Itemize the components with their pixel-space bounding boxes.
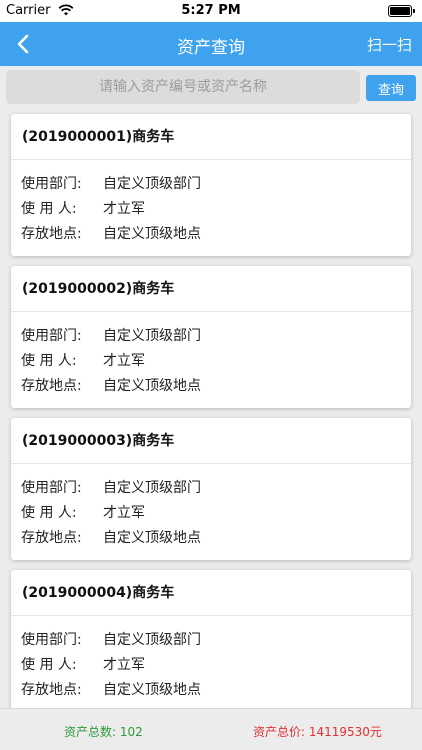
department-value: 自定义顶级部门 [103,176,201,192]
location-value: 自定义顶级地点 [103,378,201,394]
user-label: 使 用 人: [21,505,77,521]
asset-title: (2019000001)商务车 [11,114,411,160]
nav-bar: 资产查询 扫一扫 [0,22,422,66]
location-label: 存放地点: [21,226,82,242]
location-label: 存放地点: [21,530,82,546]
asset-list: (2019000001)商务车 使用部门: 自定义顶级部门 使 用 人: 才立军 存… [0,110,422,708]
asset-card[interactable]: (2019000004)商务车 使用部门: 自定义顶级部门 使 用 人: 才立军 存… [11,570,411,708]
user-label: 使 用 人: [21,201,77,217]
user-value: 才立军 [103,353,145,369]
user-label: 使 用 人: [21,657,77,673]
location-value: 自定义顶级地点 [103,226,201,242]
asset-title: (2019000004)商务车 [11,570,411,616]
location-value: 自定义顶级地点 [103,530,201,546]
department-value: 自定义顶级部门 [103,328,201,344]
location-label: 存放地点: [21,378,82,394]
user-value: 才立军 [103,505,145,521]
battery-icon [388,5,415,17]
user-value: 才立军 [103,201,145,217]
location-label: 存放地点: [21,682,82,698]
scan-button[interactable]: 扫一扫 [367,34,412,55]
page-title: 资产查询 [177,38,245,58]
search-bar: 查询 [0,66,422,110]
department-label: 使用部门: [21,632,82,648]
department-label: 使用部门: [21,480,82,496]
summary-footer: 资产总数: 102 资产总价: 14119530元 [0,708,422,750]
location-value: 自定义顶级地点 [103,682,201,698]
department-label: 使用部门: [21,328,82,344]
total-count: 资产总数: 102 [64,725,143,739]
asset-title: (2019000003)商务车 [11,418,411,464]
user-label: 使 用 人: [21,353,77,369]
department-value: 自定义顶级部门 [103,632,201,648]
total-price: 资产总价: 14119530元 [253,725,382,739]
user-value: 才立军 [103,657,145,673]
asset-card[interactable]: (2019000003)商务车 使用部门: 自定义顶级部门 使 用 人: 才立军 存… [11,418,411,560]
asset-card[interactable]: (2019000001)商务车 使用部门: 自定义顶级部门 使 用 人: 才立军 存… [11,114,411,256]
asset-card[interactable]: (2019000002)商务车 使用部门: 自定义顶级部门 使 用 人: 才立军 存… [11,266,411,408]
status-bar: Carrier 5:27 PM [0,0,422,22]
asset-title: (2019000002)商务车 [11,266,411,312]
department-label: 使用部门: [21,176,82,192]
search-button[interactable]: 查询 [366,75,416,101]
search-input[interactable] [6,70,360,104]
department-value: 自定义顶级部门 [103,480,201,496]
clock-time: 5:27 PM [181,3,241,18]
